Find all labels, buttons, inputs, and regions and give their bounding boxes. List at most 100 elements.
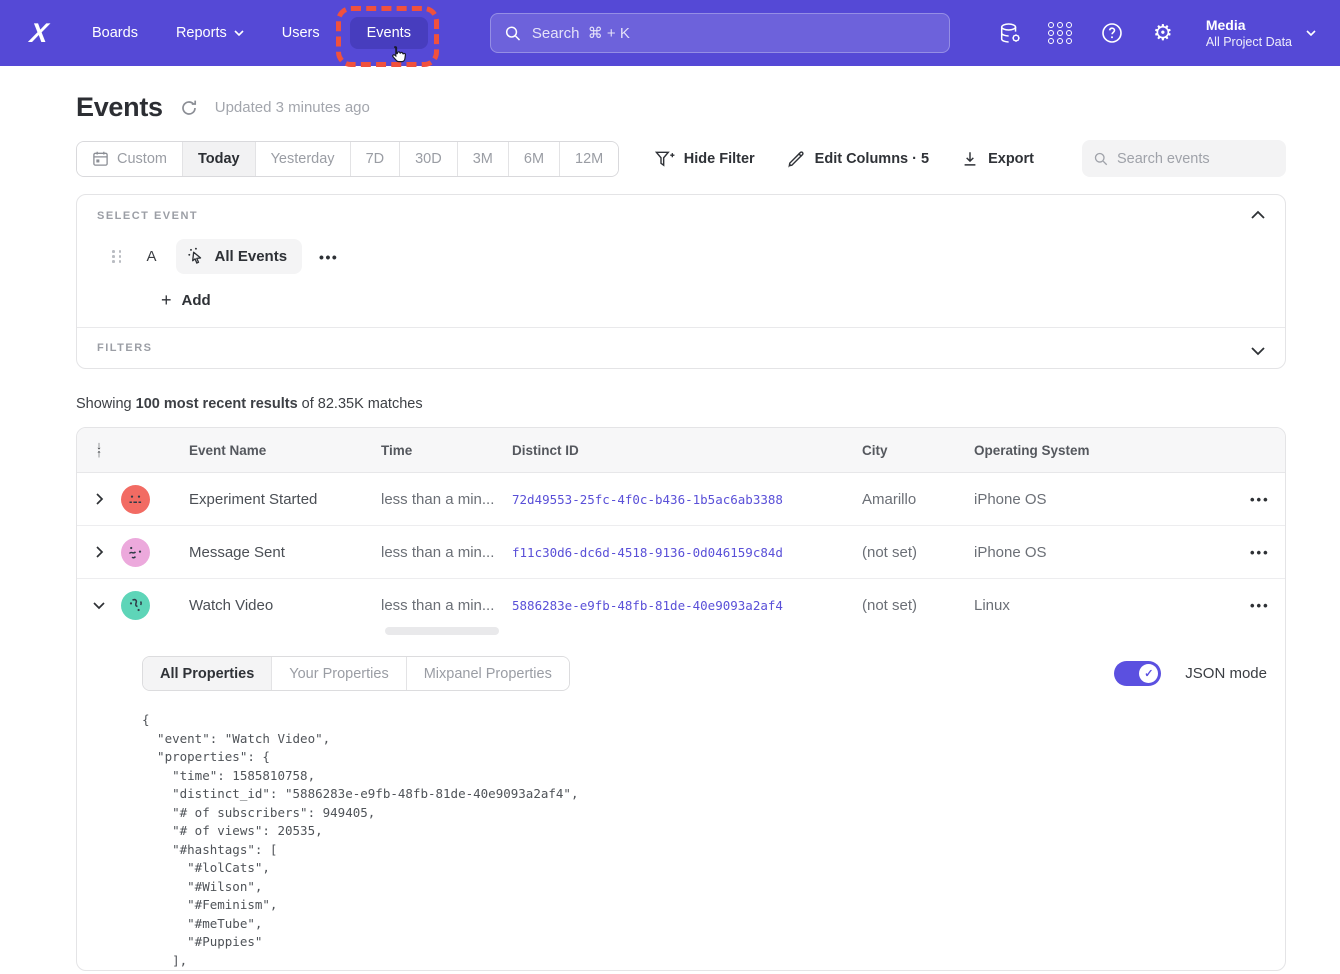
col-header-time[interactable]: Time bbox=[367, 443, 498, 458]
global-search[interactable] bbox=[490, 13, 950, 53]
event-name-cell: Experiment Started bbox=[175, 491, 367, 508]
nav-item-events[interactable]: Events bbox=[350, 17, 428, 49]
apps-grid-icon[interactable] bbox=[1049, 21, 1073, 45]
distinct-id-link[interactable]: 72d49553-25fc-4f0c-b436-1b5ac6ab3388 bbox=[498, 492, 848, 507]
drag-handle-icon[interactable] bbox=[112, 250, 123, 263]
edit-columns-button[interactable]: Edit Columns · 5 bbox=[787, 149, 929, 168]
event-name-cell: Message Sent bbox=[175, 544, 367, 561]
row-more-button[interactable]: ••• bbox=[1160, 545, 1285, 560]
city-cell: (not set) bbox=[848, 544, 960, 561]
select-event-label: SELECT EVENT bbox=[97, 210, 1265, 222]
nav-item-users[interactable]: Users bbox=[282, 25, 320, 41]
help-icon[interactable] bbox=[1100, 21, 1124, 45]
date-range-yesterday[interactable]: Yesterday bbox=[256, 142, 351, 176]
distinct-id-link[interactable]: f11c30d6-dc6d-4518-9136-0d046159c84d bbox=[498, 545, 848, 560]
table-row[interactable]: Message Sent less than a min... f11c30d6… bbox=[77, 526, 1285, 579]
time-cell: less than a min... bbox=[367, 491, 498, 508]
tab-all-properties[interactable]: All Properties bbox=[143, 657, 272, 690]
json-mode-toggle[interactable]: ✓ bbox=[1114, 661, 1161, 686]
hide-filter-button[interactable]: Hide Filter bbox=[655, 150, 755, 168]
distinct-id-link[interactable]: 5886283e-e9fb-48fb-81de-40e9093a2af4 bbox=[498, 598, 848, 613]
row-more-button[interactable]: ••• bbox=[1160, 598, 1285, 613]
last-updated-text: Updated 3 minutes ago bbox=[215, 99, 370, 116]
select-event-section: SELECT EVENT A All Events ••• + Add bbox=[77, 195, 1285, 327]
time-cell: less than a min... bbox=[367, 544, 498, 561]
properties-tabs: All Properties Your Properties Mixpanel … bbox=[142, 656, 570, 691]
pencil-icon bbox=[787, 149, 806, 168]
search-events-field[interactable] bbox=[1082, 140, 1286, 177]
project-selector[interactable]: Media All Project Data bbox=[1206, 17, 1316, 49]
row-more-button[interactable]: ••• bbox=[1160, 492, 1285, 507]
expand-row-icon[interactable] bbox=[77, 546, 121, 558]
os-cell: iPhone OS bbox=[960, 491, 1160, 508]
top-navbar: X Boards Reports Users Events ⚙ Media bbox=[0, 0, 1340, 66]
refresh-icon[interactable] bbox=[179, 98, 199, 118]
date-range-3m[interactable]: 3M bbox=[458, 142, 509, 176]
tab-your-properties[interactable]: Your Properties bbox=[272, 657, 406, 690]
search-icon bbox=[1094, 151, 1108, 167]
horizontal-scrollbar-thumb[interactable] bbox=[385, 627, 499, 635]
date-range-7d[interactable]: 7D bbox=[351, 142, 401, 176]
nav-item-reports[interactable]: Reports bbox=[176, 25, 244, 41]
col-header-event-name[interactable]: Event Name bbox=[175, 443, 367, 458]
chevron-down-icon bbox=[234, 30, 244, 36]
time-cell: less than a min... bbox=[367, 597, 498, 614]
event-more-button[interactable]: ••• bbox=[319, 249, 338, 265]
plus-icon: + bbox=[161, 291, 172, 309]
date-range-custom[interactable]: Custom bbox=[77, 142, 183, 176]
project-scope: All Project Data bbox=[1206, 35, 1292, 49]
date-range-30d[interactable]: 30D bbox=[400, 142, 458, 176]
query-builder-card: SELECT EVENT A All Events ••• + Add bbox=[76, 194, 1286, 369]
event-avatar bbox=[121, 591, 150, 620]
filter-funnel-icon bbox=[655, 150, 675, 168]
table-header-row: ↓↑ Event Name Time Distinct ID City Oper… bbox=[77, 428, 1285, 473]
collapse-row-icon[interactable] bbox=[77, 601, 121, 610]
col-header-os[interactable]: Operating System bbox=[960, 443, 1160, 458]
col-header-distinct-id[interactable]: Distinct ID bbox=[498, 443, 848, 458]
download-icon bbox=[961, 150, 979, 168]
collapse-all-rows-icon[interactable]: ↓↑ bbox=[77, 442, 121, 458]
date-range-today[interactable]: Today bbox=[183, 142, 256, 176]
table-row[interactable]: Experiment Started less than a min... 72… bbox=[77, 473, 1285, 526]
col-header-city[interactable]: City bbox=[848, 443, 960, 458]
city-cell: Amarillo bbox=[848, 491, 960, 508]
search-icon bbox=[505, 25, 521, 42]
nav-item-boards[interactable]: Boards bbox=[92, 25, 138, 41]
event-name-cell: Watch Video bbox=[175, 597, 367, 614]
global-search-input[interactable] bbox=[532, 25, 935, 42]
page-title: Events bbox=[76, 92, 163, 123]
date-range-6m[interactable]: 6M bbox=[509, 142, 560, 176]
event-avatar bbox=[121, 538, 150, 567]
event-json-content: { "event": "Watch Video", "properties": … bbox=[142, 711, 1267, 970]
expand-section-icon[interactable] bbox=[1251, 344, 1265, 358]
os-cell: Linux bbox=[960, 597, 1160, 614]
search-events-input[interactable] bbox=[1117, 151, 1274, 167]
table-row-expanded[interactable]: Watch Video less than a min... 5886283e-… bbox=[77, 579, 1285, 632]
export-button[interactable]: Export bbox=[961, 150, 1034, 168]
event-clause-row: A All Events ••• bbox=[97, 239, 1265, 274]
collapse-section-icon[interactable] bbox=[1251, 208, 1265, 222]
event-selector-button[interactable]: All Events bbox=[176, 239, 303, 274]
settings-gear-icon[interactable]: ⚙ bbox=[1151, 21, 1175, 45]
date-range-control: Custom Today Yesterday 7D 30D 3M 6M 12M bbox=[76, 141, 619, 177]
add-event-button[interactable]: + Add bbox=[161, 291, 211, 309]
date-range-12m[interactable]: 12M bbox=[560, 142, 618, 176]
filters-label: FILTERS bbox=[97, 342, 1265, 354]
expand-row-icon[interactable] bbox=[77, 493, 121, 505]
tab-mixpanel-properties[interactable]: Mixpanel Properties bbox=[407, 657, 569, 690]
json-mode-label: JSON mode bbox=[1185, 665, 1267, 682]
sparkle-cursor-icon bbox=[187, 247, 206, 266]
chevron-down-icon bbox=[1306, 30, 1316, 36]
toggle-check-icon: ✓ bbox=[1139, 664, 1158, 683]
results-summary: Showing 100 most recent results of 82.35… bbox=[76, 396, 1286, 412]
event-avatar bbox=[121, 485, 150, 514]
data-management-icon[interactable] bbox=[998, 21, 1022, 45]
events-table: ↓↑ Event Name Time Distinct ID City Oper… bbox=[76, 427, 1286, 971]
os-cell: iPhone OS bbox=[960, 544, 1160, 561]
calendar-icon bbox=[92, 150, 109, 167]
mixpanel-logo-icon[interactable]: X bbox=[24, 18, 54, 48]
city-cell: (not set) bbox=[848, 597, 960, 614]
clause-letter: A bbox=[147, 248, 157, 265]
filters-section[interactable]: FILTERS bbox=[77, 327, 1285, 368]
event-detail-panel: All Properties Your Properties Mixpanel … bbox=[77, 627, 1285, 970]
